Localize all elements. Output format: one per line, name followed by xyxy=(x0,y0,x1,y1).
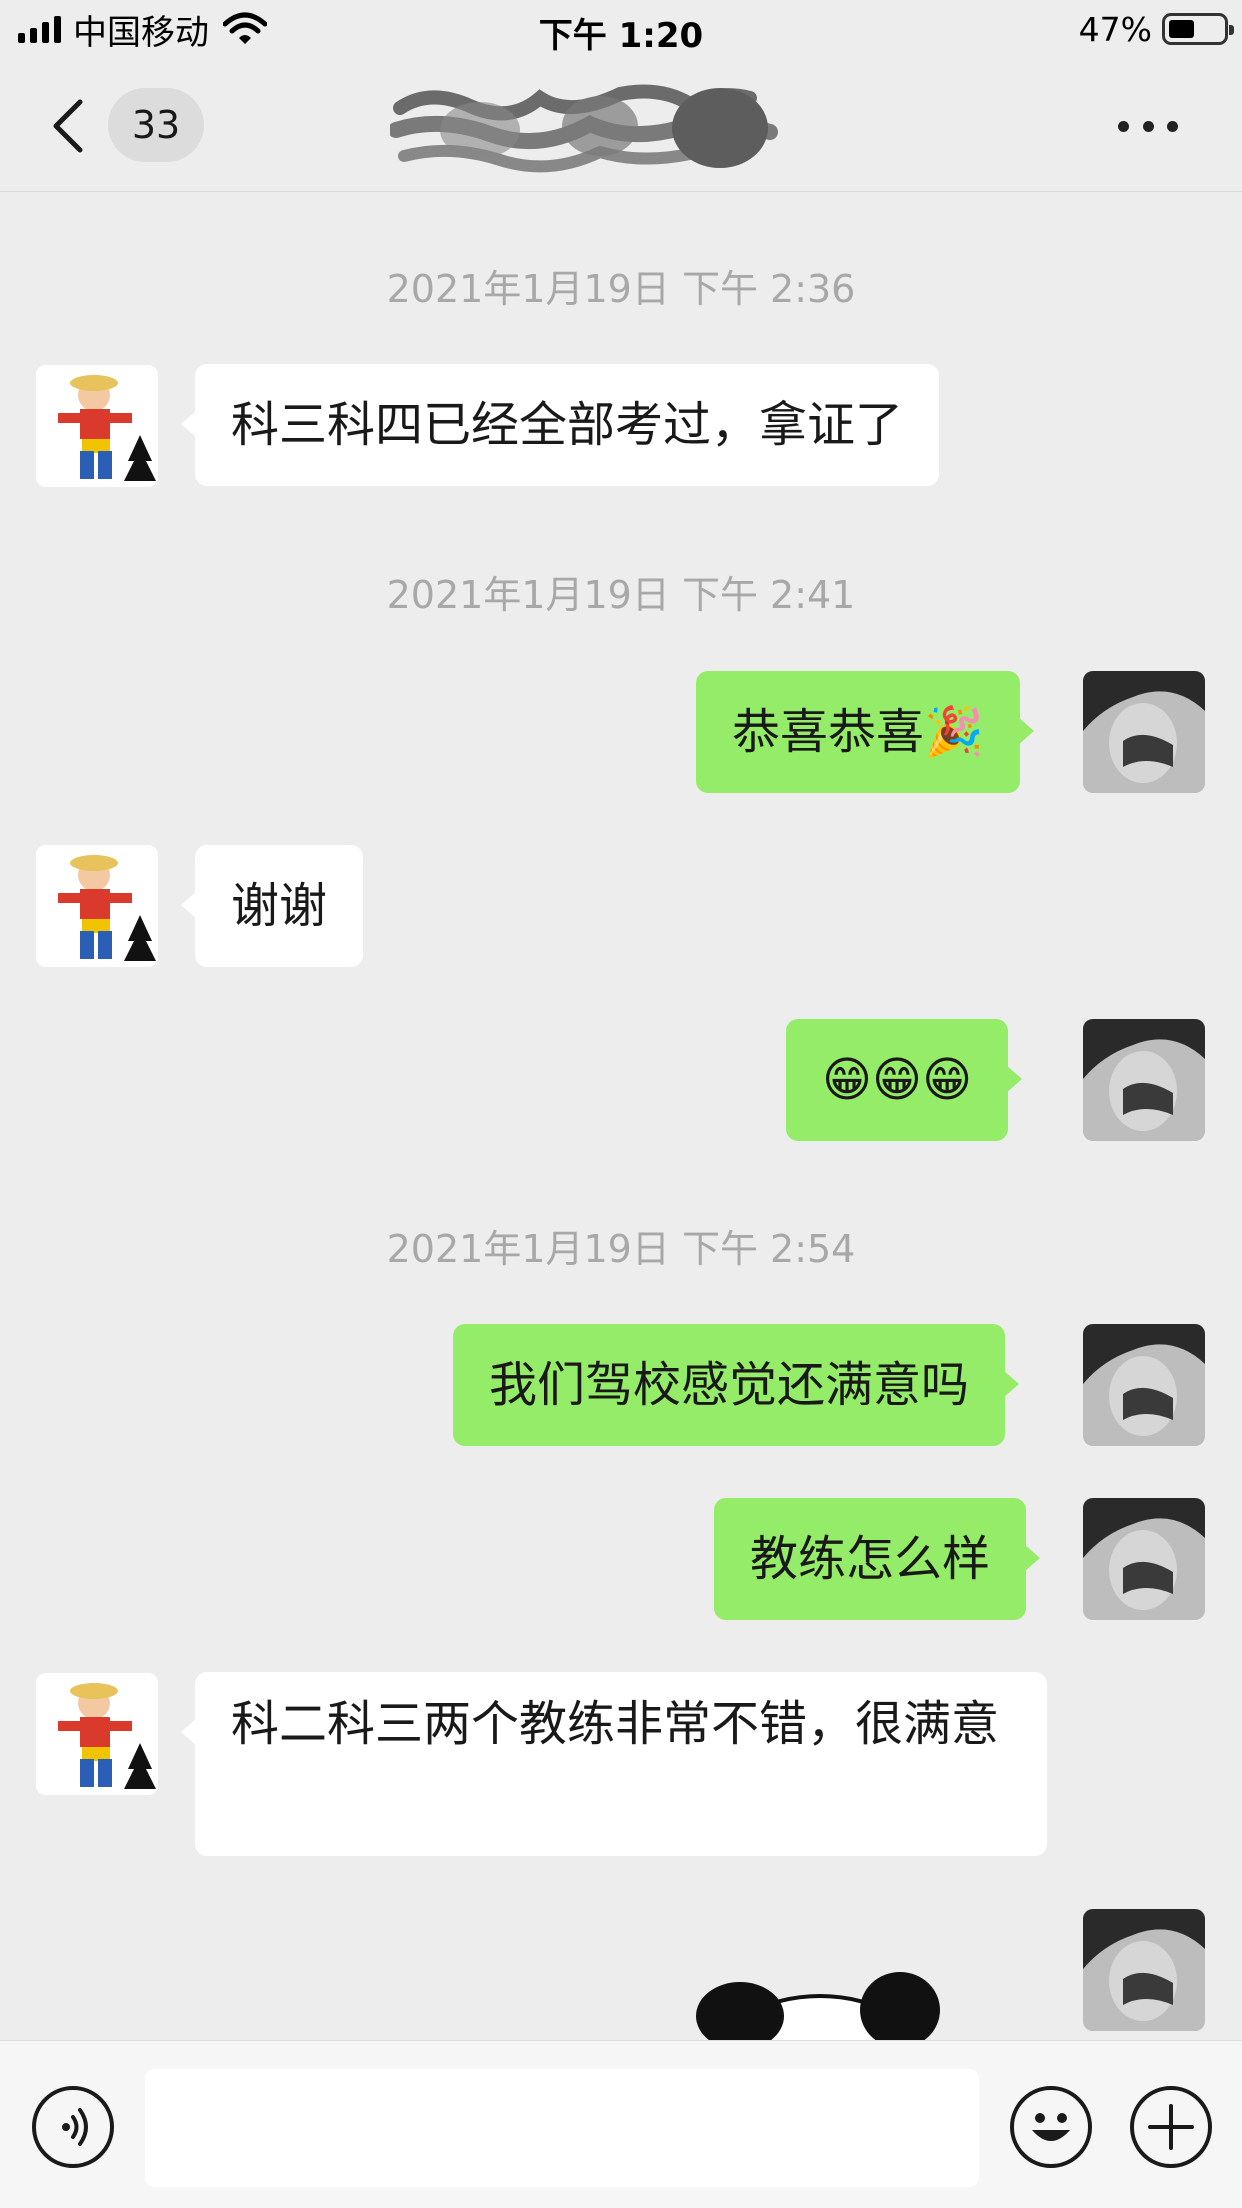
contact-avatar[interactable] xyxy=(36,1673,158,1795)
received-message[interactable]: 科三科四已经全部考过，拿证了 xyxy=(180,364,940,486)
timestamp: 2021年1月19日 下午 2:36 xyxy=(386,267,856,311)
battery-icon xyxy=(1162,13,1234,45)
sent-message[interactable]: 恭喜恭喜🎉 xyxy=(696,671,1034,793)
voice-icon xyxy=(62,2108,88,2146)
contact-avatar[interactable] xyxy=(36,845,158,967)
emoji-button[interactable] xyxy=(1010,2086,1092,2168)
input-bar xyxy=(0,2040,1242,2208)
panda-sticker[interactable] xyxy=(690,1960,950,2040)
signal-icon xyxy=(18,15,61,43)
plus-icon xyxy=(1148,2104,1194,2150)
sent-message[interactable]: 😁😁😁 xyxy=(786,1019,1023,1141)
sent-message[interactable]: 我们驾校感觉还满意吗 xyxy=(453,1324,1020,1446)
chat-title-redacted xyxy=(388,68,830,188)
status-bar: 中国移动 下午 1:20 47% xyxy=(0,0,1242,58)
my-avatar[interactable] xyxy=(1083,1498,1205,1620)
my-avatar[interactable] xyxy=(1083,1324,1205,1446)
my-avatar[interactable] xyxy=(1083,671,1205,793)
voice-button[interactable] xyxy=(32,2086,114,2168)
my-avatar[interactable] xyxy=(1083,1909,1205,2031)
plus-button[interactable] xyxy=(1130,2086,1212,2168)
status-right: 47% xyxy=(1078,8,1234,50)
more-options-button[interactable] xyxy=(1118,114,1178,138)
status-left: 中国移动 xyxy=(18,8,267,53)
back-button[interactable] xyxy=(50,98,110,154)
timestamp: 2021年1月19日 下午 2:41 xyxy=(386,573,856,617)
contact-avatar[interactable] xyxy=(36,365,158,487)
unread-count-badge[interactable]: 33 xyxy=(108,88,204,162)
wifi-icon xyxy=(223,12,267,44)
emoji-icon xyxy=(1032,2113,1070,2141)
received-message[interactable]: 谢谢 xyxy=(180,845,364,967)
timestamp: 2021年1月19日 下午 2:54 xyxy=(386,1227,856,1271)
sent-message[interactable]: 教练怎么样 xyxy=(714,1498,1041,1620)
battery-fill xyxy=(1169,20,1194,38)
ellipsis-icon xyxy=(1118,120,1129,132)
message-input[interactable] xyxy=(145,2069,979,2187)
chevron-left-icon xyxy=(53,99,83,153)
carrier-name: 中国移动 xyxy=(73,12,209,53)
received-message[interactable]: 科二科三两个教练非常不错，很满意 xyxy=(181,1672,1047,1856)
chat-header: 33 xyxy=(0,58,1242,192)
my-avatar[interactable] xyxy=(1083,1019,1205,1141)
battery-percent: 47% xyxy=(1078,9,1152,49)
